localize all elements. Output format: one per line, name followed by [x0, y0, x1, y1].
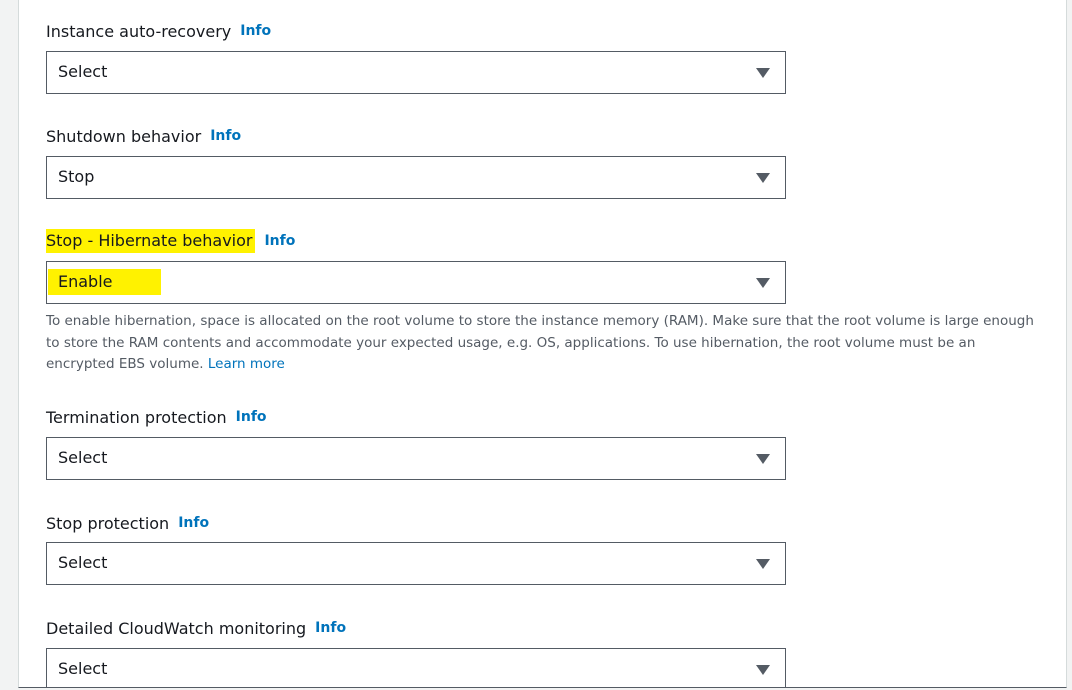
- field-instance-auto-recovery: Instance auto-recovery Info Select: [46, 19, 786, 94]
- field-label: Instance auto-recovery: [46, 21, 232, 41]
- caret-down-icon: [756, 665, 770, 675]
- info-link[interactable]: Info: [264, 233, 295, 249]
- info-link[interactable]: Info: [178, 515, 209, 531]
- learn-more-link[interactable]: Learn more: [208, 356, 285, 372]
- select-value: Stop: [58, 167, 95, 186]
- help-text: To enable hibernation, space is allocate…: [46, 313, 1034, 372]
- select-value: Select: [58, 553, 108, 572]
- field-label: Termination protection: [46, 407, 227, 427]
- advanced-details-panel: Instance auto-recovery Info Select Shutd…: [18, 0, 1067, 688]
- select-value: Select: [58, 62, 108, 81]
- select-value: Enable: [48, 269, 161, 295]
- field-stop-protection: Stop protection Info Select: [46, 511, 786, 585]
- detailed-cloudwatch-monitoring-select[interactable]: Select: [46, 648, 786, 687]
- caret-down-icon: [756, 278, 770, 288]
- stop-hibernate-behavior-select[interactable]: Enable: [46, 261, 786, 304]
- field-stop-hibernate-behavior: Stop - Hibernate behavior Info Enable To…: [46, 229, 1034, 372]
- stop-protection-select[interactable]: Select: [46, 542, 786, 585]
- instance-auto-recovery-select[interactable]: Select: [46, 51, 786, 94]
- field-label: Shutdown behavior: [46, 126, 202, 146]
- field-label: Stop protection: [46, 513, 170, 533]
- caret-down-icon: [756, 454, 770, 464]
- select-value: Select: [58, 659, 108, 678]
- hibernate-help-text: To enable hibernation, space is allocate…: [46, 311, 1036, 376]
- field-termination-protection: Termination protection Info Select: [46, 405, 786, 480]
- field-detailed-cloudwatch-monitoring: Detailed CloudWatch monitoring Info Sele…: [46, 616, 786, 687]
- select-value: Select: [58, 448, 108, 467]
- info-link[interactable]: Info: [240, 23, 271, 39]
- field-label: Stop - Hibernate behavior: [46, 229, 256, 253]
- caret-down-icon: [756, 559, 770, 569]
- caret-down-icon: [756, 173, 770, 183]
- caret-down-icon: [756, 68, 770, 78]
- termination-protection-select[interactable]: Select: [46, 437, 786, 480]
- field-shutdown-behavior: Shutdown behavior Info Stop: [46, 124, 786, 199]
- info-link[interactable]: Info: [236, 409, 267, 425]
- info-link[interactable]: Info: [210, 128, 241, 144]
- info-link[interactable]: Info: [315, 620, 346, 636]
- field-label: Detailed CloudWatch monitoring: [46, 618, 307, 638]
- shutdown-behavior-select[interactable]: Stop: [46, 156, 786, 199]
